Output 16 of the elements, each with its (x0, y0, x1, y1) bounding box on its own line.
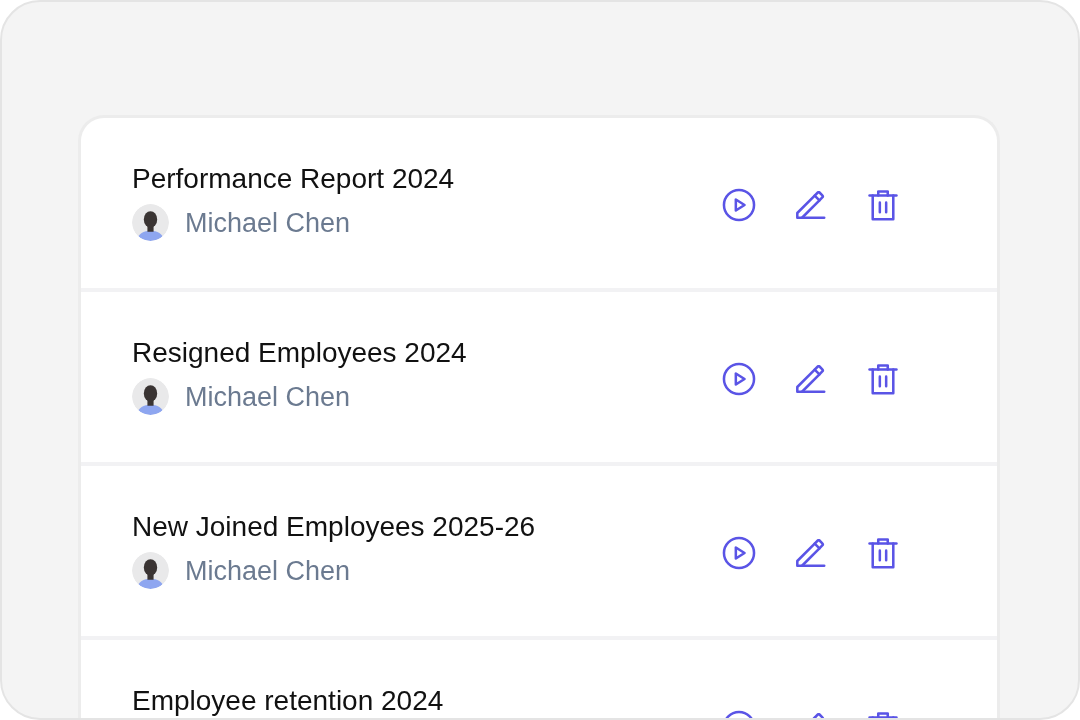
author-name: Michael Chen (185, 380, 351, 414)
play-icon (720, 186, 758, 224)
play-icon (720, 534, 758, 572)
report-title: New Joined Employees 2025-26 (132, 510, 536, 544)
author-name: Michael Chen (185, 206, 351, 240)
avatar (132, 378, 169, 415)
pencil-icon (796, 365, 826, 393)
author-name: Michael Chen (185, 554, 351, 588)
pencil-icon (796, 191, 826, 219)
report-title: Employee retention 2024 (132, 684, 444, 718)
report-title: Performance Report 2024 (132, 162, 455, 196)
pencil-icon (796, 539, 826, 567)
play-icon (720, 360, 758, 398)
report-title: Resigned Employees 2024 (132, 336, 467, 370)
avatar (132, 204, 169, 241)
avatar (132, 552, 169, 589)
